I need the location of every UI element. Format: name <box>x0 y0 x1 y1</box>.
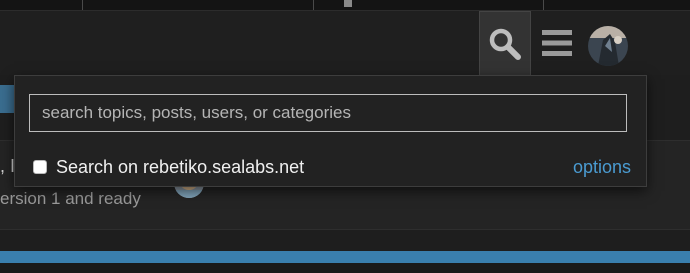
search-icon <box>489 28 521 60</box>
search-input[interactable] <box>29 94 627 132</box>
topic-title-fragment[interactable]: , I <box>0 155 15 177</box>
search-button[interactable] <box>479 11 531 75</box>
topic-excerpt-fragment: ersion 1 and ready <box>0 189 141 208</box>
lock-icon <box>344 0 352 7</box>
search-context-label[interactable]: Search on rebetiko.sealabs.net <box>56 157 304 177</box>
user-avatar <box>588 26 628 66</box>
user-avatar-button[interactable] <box>588 26 628 66</box>
search-options-link[interactable]: options <box>573 157 631 177</box>
hamburger-menu-button[interactable] <box>537 22 577 64</box>
search-menu-panel: Search on rebetiko.sealabs.net options <box>14 75 647 187</box>
browser-top-strip <box>0 0 690 11</box>
site-header <box>0 11 690 75</box>
search-context-row: Search on rebetiko.sealabs.net <box>33 157 304 177</box>
strip-divider <box>313 0 314 10</box>
hamburger-menu-icon <box>542 30 572 56</box>
strip-divider <box>82 0 83 10</box>
footer-accent-bar <box>0 251 690 263</box>
strip-divider <box>543 0 544 10</box>
page-bottom <box>0 263 690 273</box>
search-context-checkbox[interactable] <box>33 160 47 174</box>
highlight-edge <box>0 85 14 113</box>
